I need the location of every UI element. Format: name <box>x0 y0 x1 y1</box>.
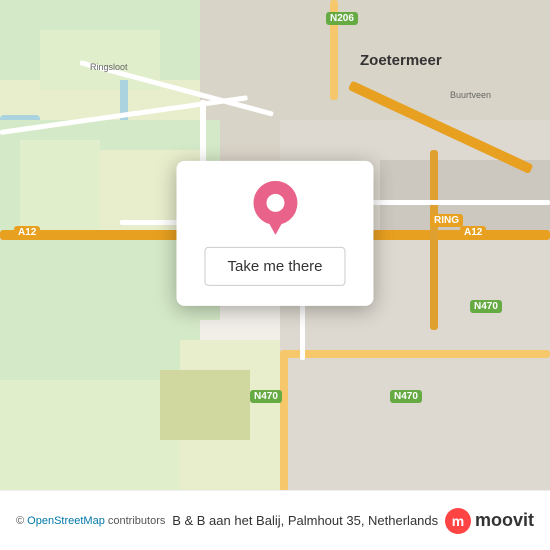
bottom-bar: © OpenStreetMap contributors B & B aan h… <box>0 490 550 550</box>
moovit-logo: m moovit <box>445 508 534 534</box>
popup-card: Take me there <box>176 161 373 306</box>
moovit-logo-text: moovit <box>475 510 534 531</box>
take-me-there-button[interactable]: Take me there <box>204 247 345 286</box>
address-text: B & B aan het Balij, Palmhout 35, Nether… <box>165 513 445 528</box>
osm-link[interactable]: OpenStreetMap <box>27 515 105 527</box>
osm-credit: © OpenStreetMap contributors <box>16 515 165 527</box>
location-pin-icon <box>248 181 302 235</box>
moovit-logo-mark: m <box>445 508 471 534</box>
map-container: A12 A12 RING N206 N470 N470 N470 Zoeterm… <box>0 0 550 490</box>
